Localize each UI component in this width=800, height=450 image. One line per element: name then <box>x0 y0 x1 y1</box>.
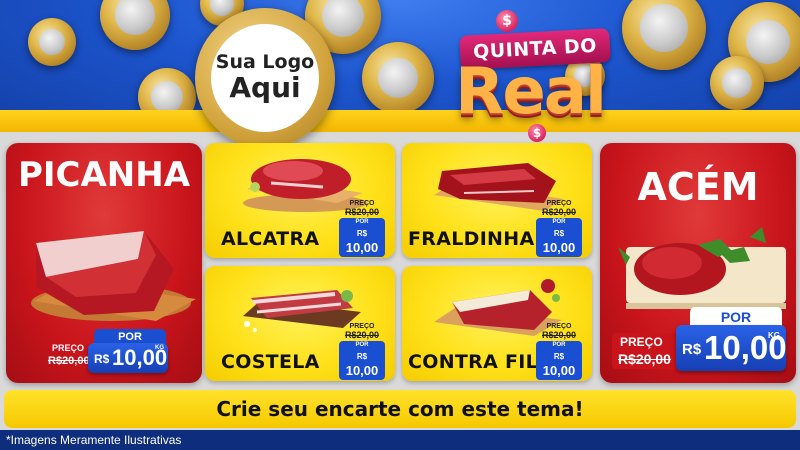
product-name: ALCATRA <box>221 228 320 250</box>
new-price: 10,00 <box>345 363 379 378</box>
price-tag: PREÇO R$20,00 POR R$ 10,00 <box>339 200 385 257</box>
product-name: CONTRA FILÉ <box>408 351 552 373</box>
price-tag: PREÇO R$20,00 POR R$ 10,00 <box>536 323 582 380</box>
product-card-costela: COSTELA PREÇO R$20,00 POR R$ 10,00 <box>205 266 395 381</box>
logo-line-1: Sua Logo <box>215 51 315 74</box>
product-name: ACÉM <box>637 165 759 209</box>
new-price-box: POR R$ 10,00 <box>536 218 582 257</box>
featured-product-acem: ACÉM PREÇO R$20,00 POR R$ 10,00 KG <box>600 143 796 383</box>
picanha-image <box>31 231 196 321</box>
por-label: POR <box>690 307 782 327</box>
quinta-do-real-badge: $ QUINTA DO Real $ <box>450 10 611 142</box>
product-name: COSTELA <box>221 351 320 373</box>
new-price: 10,00 <box>542 240 576 255</box>
unit: KG <box>768 331 780 340</box>
preco-label: PREÇO <box>349 323 375 330</box>
currency: R$ <box>94 352 110 366</box>
new-price-box: R$ 10,00 KG <box>88 343 168 373</box>
currency: R$ <box>356 229 368 238</box>
featured-product-picanha: PICANHA PREÇO R$20,00 POR R$ 10,00 KG <box>6 143 202 383</box>
new-price-box: POR R$ 10,00 <box>536 341 582 380</box>
coin-decoration <box>28 18 76 66</box>
disclaimer-text: *Imagens Meramente Ilustrativas <box>6 433 182 447</box>
coin-decoration <box>362 42 434 114</box>
product-card-alcatra: ALCATRA PREÇO R$20,00 POR R$ 10,00 <box>205 143 395 258</box>
footer: *Imagens Meramente Ilustrativas <box>0 430 800 450</box>
preco-label: PREÇO <box>546 200 572 207</box>
currency: R$ <box>553 352 565 361</box>
old-price: R$20,00 <box>541 207 577 217</box>
old-price: R$20,00 <box>48 355 90 367</box>
old-price: R$20,00 <box>344 330 380 340</box>
product-card-fraldinha: FRALDINHA PREÇO R$20,00 POR R$ 10,00 <box>402 143 592 258</box>
currency: R$ <box>682 341 702 358</box>
coin-decoration <box>622 0 706 70</box>
old-price: R$20,00 <box>618 351 671 367</box>
product-name: FRALDINHA <box>408 228 535 250</box>
unit: KG <box>155 345 164 351</box>
flyer: Sua Logo Aqui $ QUINTA DO Real $ PICANHA… <box>0 0 800 450</box>
coin-decoration <box>710 56 764 110</box>
new-price-box: POR R$ 10,00 <box>339 218 385 257</box>
logo-placeholder: Sua Logo Aqui <box>195 8 335 148</box>
coin-decoration <box>100 0 170 50</box>
price-tag: PREÇO R$20,00 POR R$ 10,00 <box>536 200 582 257</box>
currency: R$ <box>553 229 565 238</box>
currency: R$ <box>356 352 368 361</box>
new-price-box: POR R$ 10,00 <box>339 341 385 380</box>
preco-label: PREÇO <box>620 335 663 349</box>
yellow-divider <box>0 110 800 132</box>
logo-line-2: Aqui <box>229 71 301 105</box>
dollar-icon: $ <box>496 10 518 32</box>
cta-banner: Crie seu encarte com este tema! <box>4 390 796 428</box>
preco-label: PREÇO <box>546 323 572 330</box>
new-price: 10,00 <box>542 363 576 378</box>
price-tag: PREÇO R$20,00 POR R$ 10,00 <box>339 323 385 380</box>
new-price: 10,00 <box>345 240 379 255</box>
product-name: PICANHA <box>17 155 191 195</box>
old-price: R$20,00 <box>541 330 577 340</box>
preco-label: PREÇO <box>52 343 85 353</box>
old-price: R$20,00 <box>344 207 380 217</box>
new-price-box: R$ 10,00 KG <box>676 325 787 371</box>
badge-title-main: Real <box>455 55 607 129</box>
product-card-contra-file: CONTRA FILÉ PREÇO R$20,00 POR R$ 10,00 <box>402 266 592 381</box>
dollar-icon: $ <box>528 124 546 142</box>
preco-label: PREÇO <box>349 200 375 207</box>
